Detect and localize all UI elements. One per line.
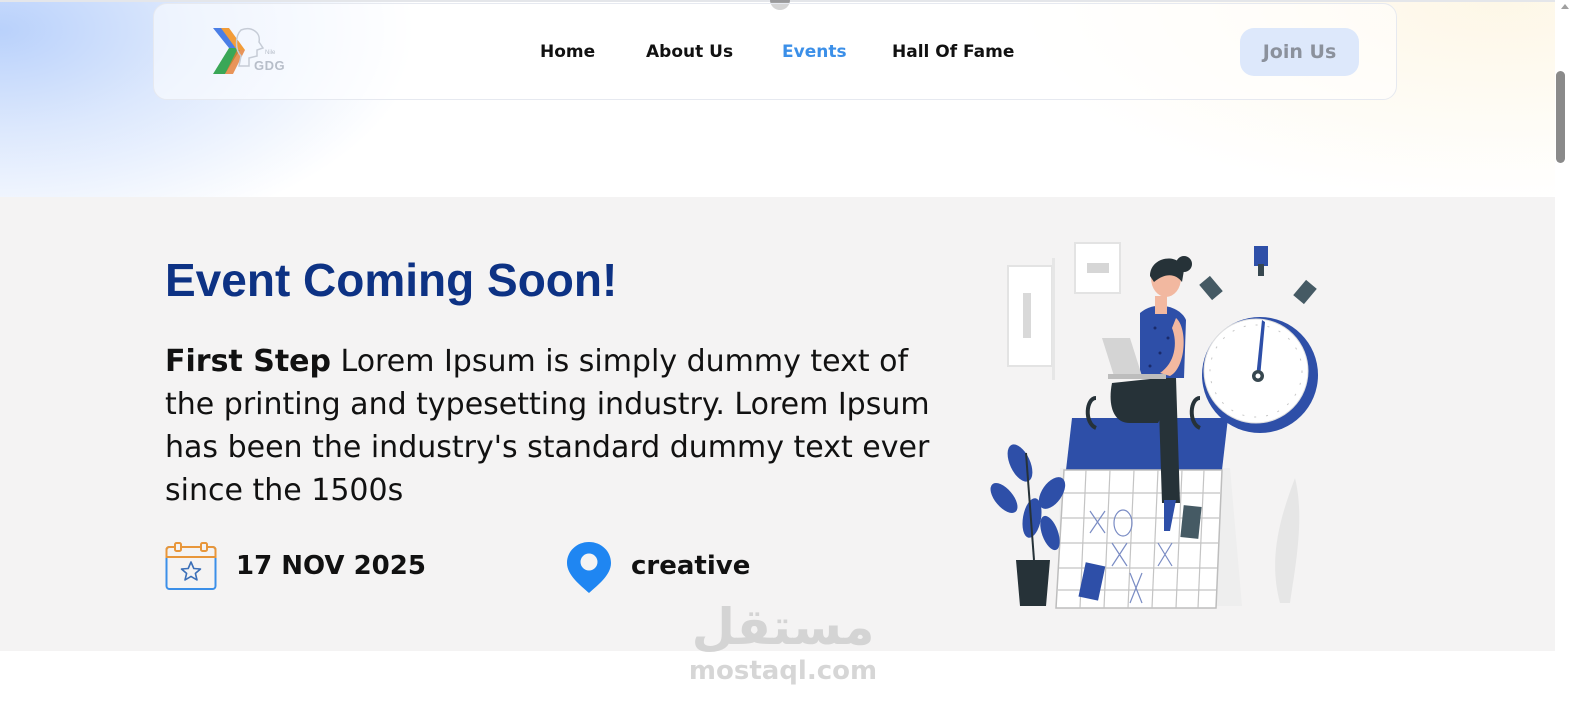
gdg-logo-icon xyxy=(213,28,265,74)
navbar: Nile GDG Home About Us Events Hall Of Fa… xyxy=(153,3,1397,100)
event-date: 17 NOV 2025 xyxy=(236,551,426,581)
scrollbar-thumb[interactable] xyxy=(1556,71,1565,163)
nav-link-about-us[interactable]: About Us xyxy=(646,42,733,62)
gdg-logo[interactable]: Nile GDG xyxy=(211,22,289,82)
event-title: Event Coming Soon! xyxy=(165,254,618,306)
nav-link-hall-of-fame[interactable]: Hall Of Fame xyxy=(892,42,1014,62)
event-illustration xyxy=(990,242,1318,609)
location-pin-icon xyxy=(567,542,611,593)
event-location: creative xyxy=(631,551,751,581)
event-description-lead: First Step xyxy=(165,344,331,379)
nav-link-home[interactable]: Home xyxy=(540,42,595,62)
logo-text: GDG xyxy=(254,58,286,73)
logo-subtext: Nile xyxy=(265,50,276,56)
calendar-star-icon xyxy=(165,542,217,590)
join-us-button[interactable]: Join Us xyxy=(1240,28,1359,76)
scroll-up-icon[interactable] xyxy=(1561,4,1569,9)
event-description: First Step Lorem Ipsum is simply dummy t… xyxy=(165,340,965,512)
watermark-latin: mostaql.com xyxy=(688,656,878,686)
watermark-arabic: مستقل xyxy=(691,598,875,656)
nav-link-events[interactable]: Events xyxy=(782,42,847,62)
